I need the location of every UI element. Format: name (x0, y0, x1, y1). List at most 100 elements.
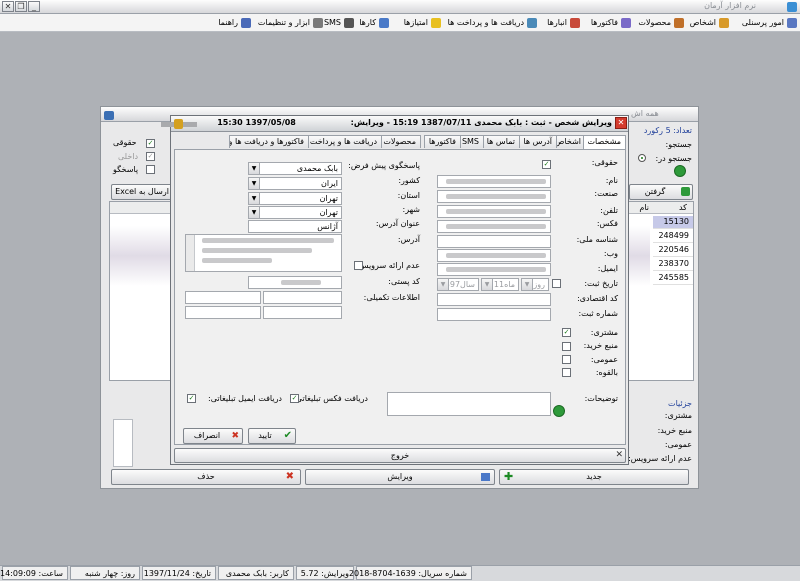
menu-item-persons[interactable]: اشخاص (690, 16, 730, 30)
filter-responder-checkbox[interactable] (146, 165, 155, 174)
excel-export-button[interactable]: ارسال به Excel (111, 184, 173, 200)
extra-info-2[interactable] (185, 291, 261, 304)
table-row[interactable]: 15130 (653, 216, 693, 229)
reg-date-label: تاریخ ثبت: (584, 279, 618, 288)
persons-window-title: همه اش (631, 109, 659, 118)
province-select[interactable]: تهران ▼ (248, 192, 342, 205)
status-date: تاریخ: 1397/11/24 (142, 566, 216, 580)
tab-invoices-payments[interactable]: فاکتورها و دریافت ها و پرداخت ها (229, 135, 309, 148)
filter-legal-checkbox[interactable]: ✓ (146, 139, 155, 148)
col-code-header: کد (678, 203, 687, 212)
dialog-title: ویرایش شخص - ثبت : بابک محمدی 1387/07/11… (161, 118, 612, 127)
phone-field[interactable] (437, 205, 551, 218)
menu-item-products[interactable]: محصولات (638, 16, 685, 30)
receive-fax-checkbox[interactable]: ✓ (290, 394, 299, 403)
new-button[interactable]: جدید ✚ (499, 469, 689, 485)
exit-button[interactable]: خروج ✕ (174, 448, 626, 463)
delete-button[interactable]: حذف ✖ (111, 469, 301, 485)
warehouses-icon (570, 18, 580, 28)
address-field[interactable] (185, 234, 342, 272)
refresh-icon[interactable] (674, 165, 686, 177)
reg-date-month[interactable]: ماه11 ▼ (481, 278, 519, 291)
reg-date-day[interactable]: روز24▼ (521, 278, 549, 291)
chevron-down-icon: ▼ (522, 279, 533, 290)
chevron-down-icon: ▼ (482, 279, 493, 290)
customer-checkbox[interactable]: ✓ (562, 328, 571, 337)
details-memo[interactable] (113, 419, 133, 467)
detail-no-service-label: عدم ارائه سرویس: (628, 454, 692, 463)
dialog-tabs: مشخصات اشخاص آدرس ها تماس ها SMS فاکتوره… (229, 135, 626, 149)
add-description-icon[interactable] (553, 405, 565, 417)
no-service-label: عدم ارائه سرویس: (356, 261, 420, 270)
filter-internal-checkbox[interactable]: ✓ (146, 152, 155, 161)
menu-item-sms[interactable]: SMS (324, 16, 355, 30)
table-row[interactable]: 245585 (653, 272, 693, 285)
help-icon (241, 18, 251, 28)
tab-products[interactable]: محصولات (378, 135, 421, 148)
extra-info-3[interactable] (263, 306, 342, 319)
customer-label: مشتری: (590, 328, 618, 337)
ok-button[interactable]: تایید ✔ (248, 428, 296, 444)
postal-code-label: کد پستی: (388, 277, 420, 286)
extra-info-4[interactable] (185, 306, 261, 319)
menu-item-personnel[interactable]: امور پرسنلی (742, 16, 798, 30)
chevron-down-icon: ▼ (438, 279, 449, 290)
receive-email-checkbox[interactable]: ✓ (187, 394, 196, 403)
email-field[interactable] (437, 263, 551, 276)
cancel-button[interactable]: انصراف ✖ (183, 428, 243, 444)
default-responder-label: پاسخگوی پیش فرض: (348, 161, 420, 170)
menu-item-invoices[interactable]: فاکتورها (591, 16, 632, 30)
receive-data-button[interactable]: گرفتن اطلاعات (629, 184, 693, 209)
reg-number-field[interactable] (437, 308, 551, 321)
menu-bar: امور پرسنلی اشخاص محصولات فاکتورها انبار… (0, 14, 800, 32)
tab-details[interactable]: مشخصات (582, 135, 626, 149)
app-minimize-button[interactable]: _ (28, 1, 40, 12)
menu-item-points[interactable]: امتیازها (404, 16, 442, 30)
country-select[interactable]: ایران ▼ (248, 177, 342, 190)
tab-addresses[interactable]: آدرس ها (518, 135, 557, 148)
menu-item-tools[interactable]: ابزار و تنظیمات (258, 16, 324, 30)
potential-checkbox[interactable] (562, 368, 571, 377)
menu-item-warehouses[interactable]: انبارها (547, 16, 581, 30)
economic-code-field[interactable] (437, 293, 551, 306)
industry-field[interactable] (437, 190, 551, 203)
details-label: جزئیات (668, 399, 692, 408)
reg-date-year[interactable]: سال1397 ▼ (437, 278, 479, 291)
dialog-close-button[interactable]: ✕ (615, 117, 627, 129)
invoices-icon (621, 18, 631, 28)
purchase-source-label: منبع خرید: (583, 341, 618, 350)
menu-item-help[interactable]: راهنما (218, 16, 252, 30)
postal-code-field[interactable] (248, 276, 342, 289)
menu-item-tasks[interactable]: کارها (359, 16, 390, 30)
city-select[interactable]: تهران ▼ (248, 206, 342, 219)
potential-label: بالقوه: (595, 368, 618, 377)
web-field[interactable] (437, 249, 551, 262)
purchase-source-checkbox[interactable] (562, 342, 571, 351)
payments-icon (527, 18, 537, 28)
status-version: ویرایش: 5.72 (296, 566, 354, 580)
tab-invoices[interactable]: فاکتورها (423, 135, 461, 148)
status-time: ساعت: 14:09:09 (0, 566, 68, 580)
no-service-checkbox[interactable] (354, 261, 363, 270)
default-responder-select[interactable]: بابک محمدی ▼ (248, 162, 342, 175)
table-row[interactable]: 220546 (653, 244, 693, 257)
app-close-button[interactable]: ✕ (2, 1, 14, 12)
extra-info-1[interactable] (263, 291, 342, 304)
address-scrollbar[interactable] (186, 235, 195, 271)
legal-checkbox[interactable]: ✓ (542, 160, 551, 169)
tab-contacts[interactable]: تماس ها (481, 135, 520, 148)
reg-date-checkbox[interactable] (552, 279, 561, 288)
menu-item-payments[interactable]: دریافت ها و پرداخت ها (448, 16, 538, 30)
fax-field[interactable] (437, 220, 551, 233)
description-field[interactable] (387, 392, 551, 416)
general-checkbox[interactable] (562, 355, 571, 364)
national-id-field[interactable] (437, 235, 551, 248)
table-row[interactable]: 238370 (653, 258, 693, 271)
table-row[interactable]: 248499 (653, 230, 693, 243)
search-in-radio[interactable] (638, 154, 646, 162)
app-restore-button[interactable]: ❐ (15, 1, 27, 12)
address-title-field[interactable]: آژانس (248, 220, 342, 233)
name-field[interactable] (437, 175, 551, 188)
chevron-down-icon: ▼ (249, 163, 260, 174)
edit-button[interactable]: ویرایش (305, 469, 495, 485)
